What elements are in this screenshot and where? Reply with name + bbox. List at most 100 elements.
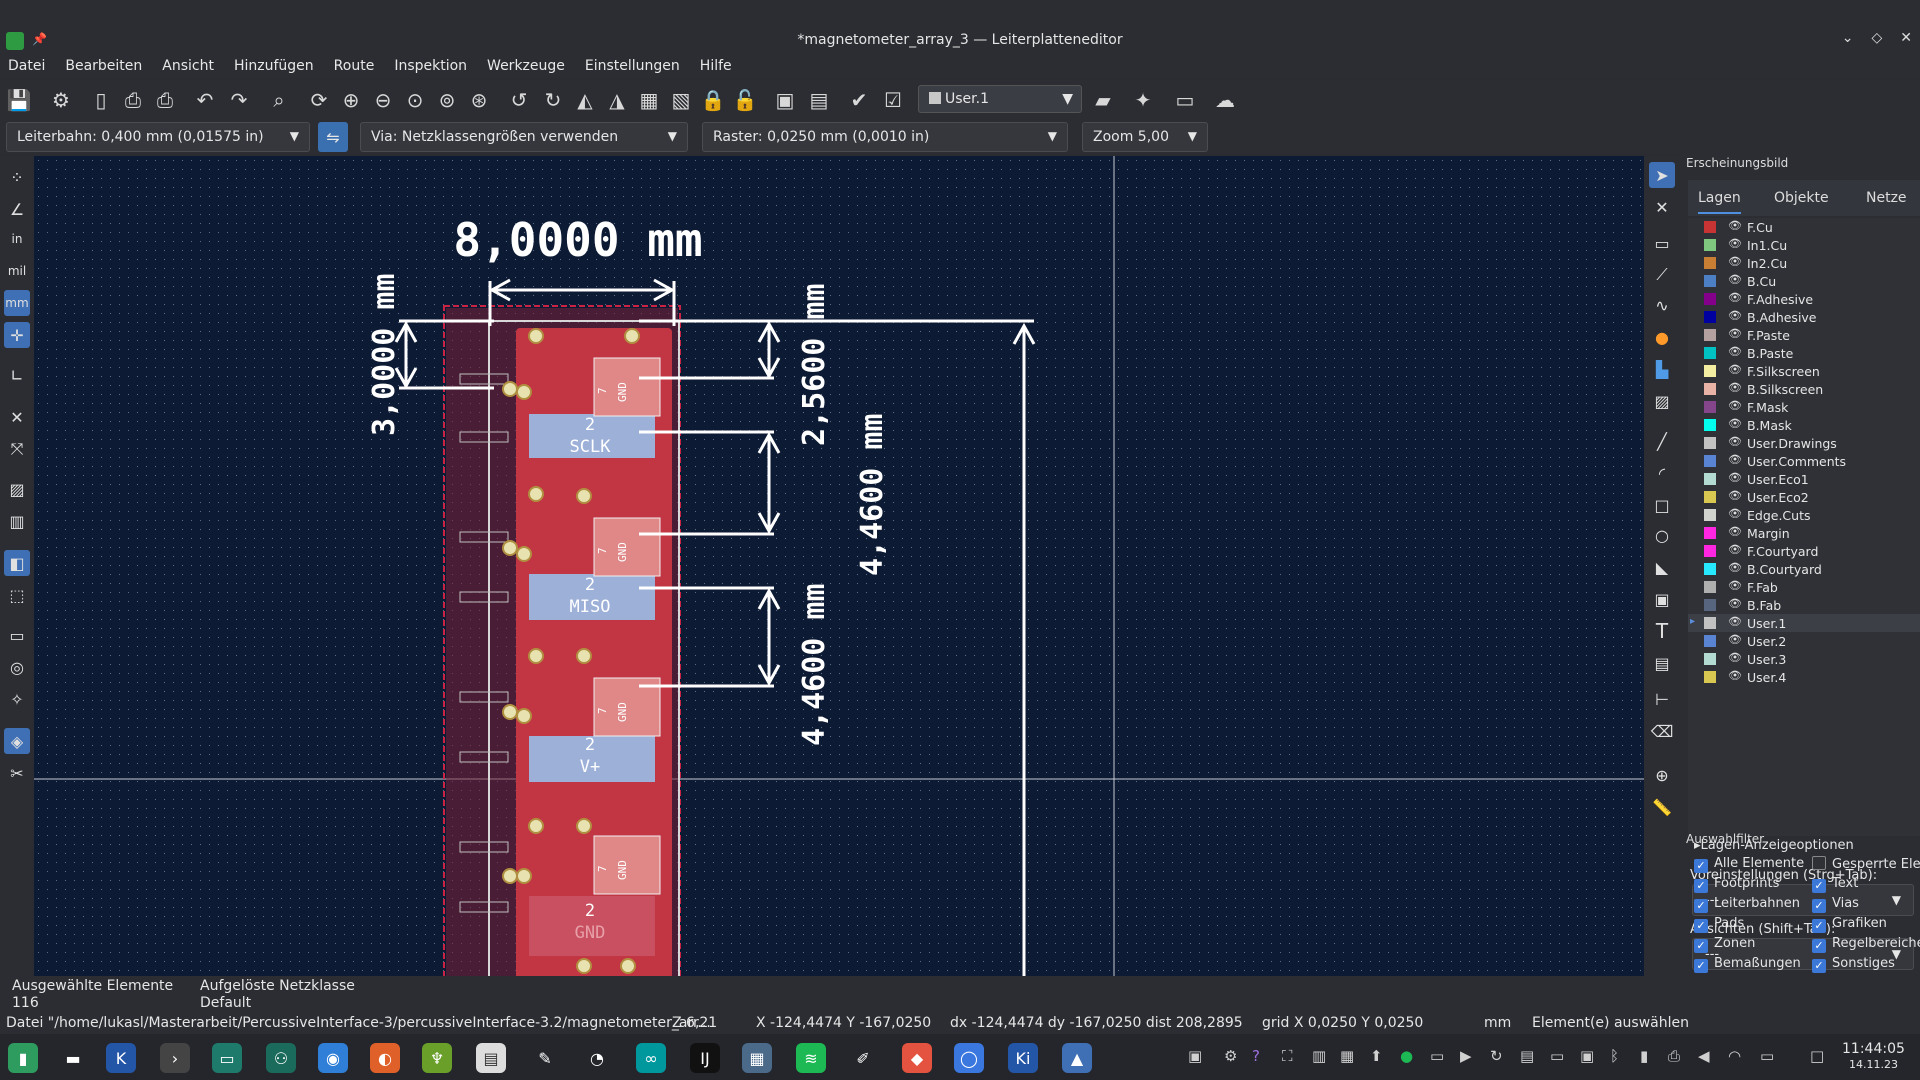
menu-inspektion[interactable]: Inspektion — [394, 56, 475, 78]
filter-checkbox[interactable]: ✓ Sonstiges — [1812, 956, 1895, 973]
angle-icon[interactable]: ∟ — [4, 362, 30, 388]
visibility-eye-icon[interactable]: 👁 — [1728, 525, 1742, 538]
layer-row[interactable]: 👁 User.4 — [1688, 668, 1920, 686]
visibility-eye-icon[interactable]: 👁 — [1728, 471, 1742, 484]
kicad-pcb-icon[interactable]: Ki — [1008, 1043, 1038, 1073]
visibility-eye-icon[interactable]: 👁 — [1728, 273, 1742, 286]
tray-volume-icon[interactable]: ◀ — [1698, 1047, 1710, 1065]
tray-play-icon[interactable]: ▶ — [1460, 1047, 1472, 1065]
chromium-icon[interactable]: ◉ — [318, 1043, 348, 1073]
add-text-icon[interactable]: T — [1649, 618, 1675, 644]
checkbox-unchecked-icon[interactable] — [1812, 856, 1826, 870]
add-footprint-icon[interactable]: ▭ — [1649, 230, 1675, 256]
track-outline-icon[interactable]: ▭ — [4, 622, 30, 648]
layer-row[interactable]: 👁 F.Paste — [1688, 326, 1920, 344]
zoom-fit-icon[interactable]: ⊙ — [402, 87, 428, 113]
checkbox-checked-icon[interactable]: ✓ — [1812, 899, 1826, 913]
tray-settings-icon[interactable]: ⚙ — [1224, 1047, 1237, 1065]
kicad-launcher-icon[interactable]: K — [106, 1043, 136, 1073]
layer-color-swatch[interactable] — [1704, 401, 1716, 413]
zone-fill-icon[interactable]: ▨ — [4, 476, 30, 502]
layer-row[interactable]: 👁 B.Paste — [1688, 344, 1920, 362]
visibility-eye-icon[interactable]: 👁 — [1728, 669, 1742, 682]
cursor-crosshair-icon[interactable]: ✛ — [4, 322, 30, 348]
app-menu-icon[interactable]: ▮ — [8, 1043, 38, 1073]
menu-hilfe[interactable]: Hilfe — [700, 56, 740, 78]
checkbox-checked-icon[interactable]: ✓ — [1694, 939, 1708, 953]
checkbox-checked-icon[interactable]: ✓ — [1812, 879, 1826, 893]
visibility-eye-icon[interactable]: 👁 — [1728, 597, 1742, 610]
units-mm-button[interactable]: mm — [4, 290, 30, 316]
tray-spotify-icon[interactable]: ● — [1400, 1047, 1413, 1065]
tray-notifications-icon[interactable]: ▭ — [1760, 1047, 1774, 1065]
tray-volume-mixer-icon[interactable]: ▦ — [1340, 1047, 1354, 1065]
plot-icon[interactable]: ⎙ — [152, 87, 178, 113]
layer-color-swatch[interactable] — [1704, 383, 1716, 395]
layer-row[interactable]: 👁 B.Courtyard — [1688, 560, 1920, 578]
gitkraken-icon[interactable]: ⚇ — [266, 1043, 296, 1073]
auto-track-width-button[interactable]: ⇋ — [318, 122, 348, 152]
board-setup-icon[interactable]: ⚙ — [48, 87, 74, 113]
add-zone-icon[interactable]: ▙ — [1649, 356, 1675, 382]
pcb-canvas[interactable]: 2 SCLK 2 MISO 2 V+ 2 GND GND 7 GND 7 GND… — [34, 156, 1644, 976]
layer-color-swatch[interactable] — [1704, 455, 1716, 467]
filter-checkbox[interactable]: ✓ Pads — [1694, 916, 1744, 933]
page-settings-icon[interactable]: ▯ — [88, 87, 114, 113]
visibility-eye-icon[interactable]: 👁 — [1728, 237, 1742, 250]
calculator-icon[interactable]: ▲ — [1062, 1043, 1092, 1073]
menu-route[interactable]: Route — [334, 56, 383, 78]
layer-row[interactable]: 👁 B.Adhesive — [1688, 308, 1920, 326]
layer-row[interactable]: 👁 User.Eco2 — [1688, 488, 1920, 506]
text-editor-icon[interactable]: ▤ — [476, 1043, 506, 1073]
console-icon[interactable]: ▭ — [1172, 87, 1198, 113]
tray-help-icon[interactable]: ? — [1252, 1047, 1260, 1065]
local-ratsnest-icon[interactable]: ✕ — [1649, 194, 1675, 220]
tray-app-icon[interactable]: ▣ — [1188, 1047, 1202, 1065]
via-display-icon[interactable]: ◎ — [4, 654, 30, 680]
layer-color-swatch[interactable] — [1704, 293, 1716, 305]
firefox-icon[interactable]: ◐ — [370, 1043, 400, 1073]
visibility-eye-icon[interactable]: 👁 — [1728, 453, 1742, 466]
via-size-select[interactable]: Via: Netzklassengrößen verwenden ▼ — [360, 122, 688, 152]
layer-color-swatch[interactable] — [1704, 473, 1716, 485]
high-contrast-icon[interactable]: ◧ — [4, 550, 30, 576]
ratsnest-icon[interactable]: ✕ — [4, 404, 30, 430]
visibility-eye-icon[interactable]: 👁 — [1728, 417, 1742, 430]
checkbox-checked-icon[interactable]: ✓ — [1694, 879, 1708, 893]
menu-hinzufuegen[interactable]: Hinzufügen — [234, 56, 322, 78]
tab-objekte[interactable]: Objekte — [1774, 190, 1829, 206]
tray-device-icon[interactable]: ▣ — [1580, 1047, 1594, 1065]
tray-battery-icon[interactable]: ▮ — [1640, 1047, 1648, 1065]
tray-network-icon[interactable]: ⛶ — [1282, 1047, 1293, 1065]
visibility-eye-icon[interactable]: 👁 — [1728, 381, 1742, 394]
active-layer-select[interactable]: User.1 ▼ — [918, 85, 1082, 113]
notes-icon[interactable]: ✐ — [848, 1043, 878, 1073]
redo-icon[interactable]: ↷ — [226, 87, 252, 113]
filter-checkbox[interactable]: ✓ Regelbereiche — [1812, 936, 1920, 953]
draw-arc-icon[interactable]: ◜ — [1649, 460, 1675, 486]
app-icon-6[interactable]: ♆ — [422, 1043, 452, 1073]
menu-bearbeiten[interactable]: Bearbeiten — [65, 56, 150, 78]
zoom-objects-icon[interactable]: ⊚ — [434, 87, 460, 113]
visibility-eye-icon[interactable]: 👁 — [1728, 399, 1742, 412]
draw-polygon-icon[interactable]: ◣ — [1649, 554, 1675, 580]
checkbox-checked-icon[interactable]: ✓ — [1694, 959, 1708, 973]
layer-row[interactable]: 👁 User.2 — [1688, 632, 1920, 650]
lock-icon[interactable]: 🔒 — [700, 87, 726, 113]
filter-checkbox[interactable]: ✓ Leiterbahnen — [1694, 896, 1800, 913]
tab-netze[interactable]: Netze — [1866, 190, 1907, 206]
tray-printer-icon[interactable]: ⎙ — [1668, 1047, 1680, 1065]
checkbox-checked-icon[interactable]: ✓ — [1812, 959, 1826, 973]
find-icon[interactable]: ⌕ — [266, 87, 292, 113]
select-tool-icon[interactable]: ➤ — [1649, 162, 1675, 188]
layer-row[interactable]: 👁 B.Fab — [1688, 596, 1920, 614]
units-inch-button[interactable]: in — [4, 226, 30, 252]
rotate-cw-icon[interactable]: ↻ — [540, 87, 566, 113]
layer-row[interactable]: 👁 User.Comments — [1688, 452, 1920, 470]
layer-color-swatch[interactable] — [1704, 635, 1716, 647]
layer-row[interactable]: 👁 F.Cu — [1688, 218, 1920, 236]
add-via-icon[interactable]: ● — [1649, 324, 1675, 350]
spotify-icon[interactable]: ≋ — [796, 1043, 826, 1073]
layer-color-swatch[interactable] — [1704, 527, 1716, 539]
filter-checkbox[interactable]: ✓ Zonen — [1694, 936, 1755, 953]
